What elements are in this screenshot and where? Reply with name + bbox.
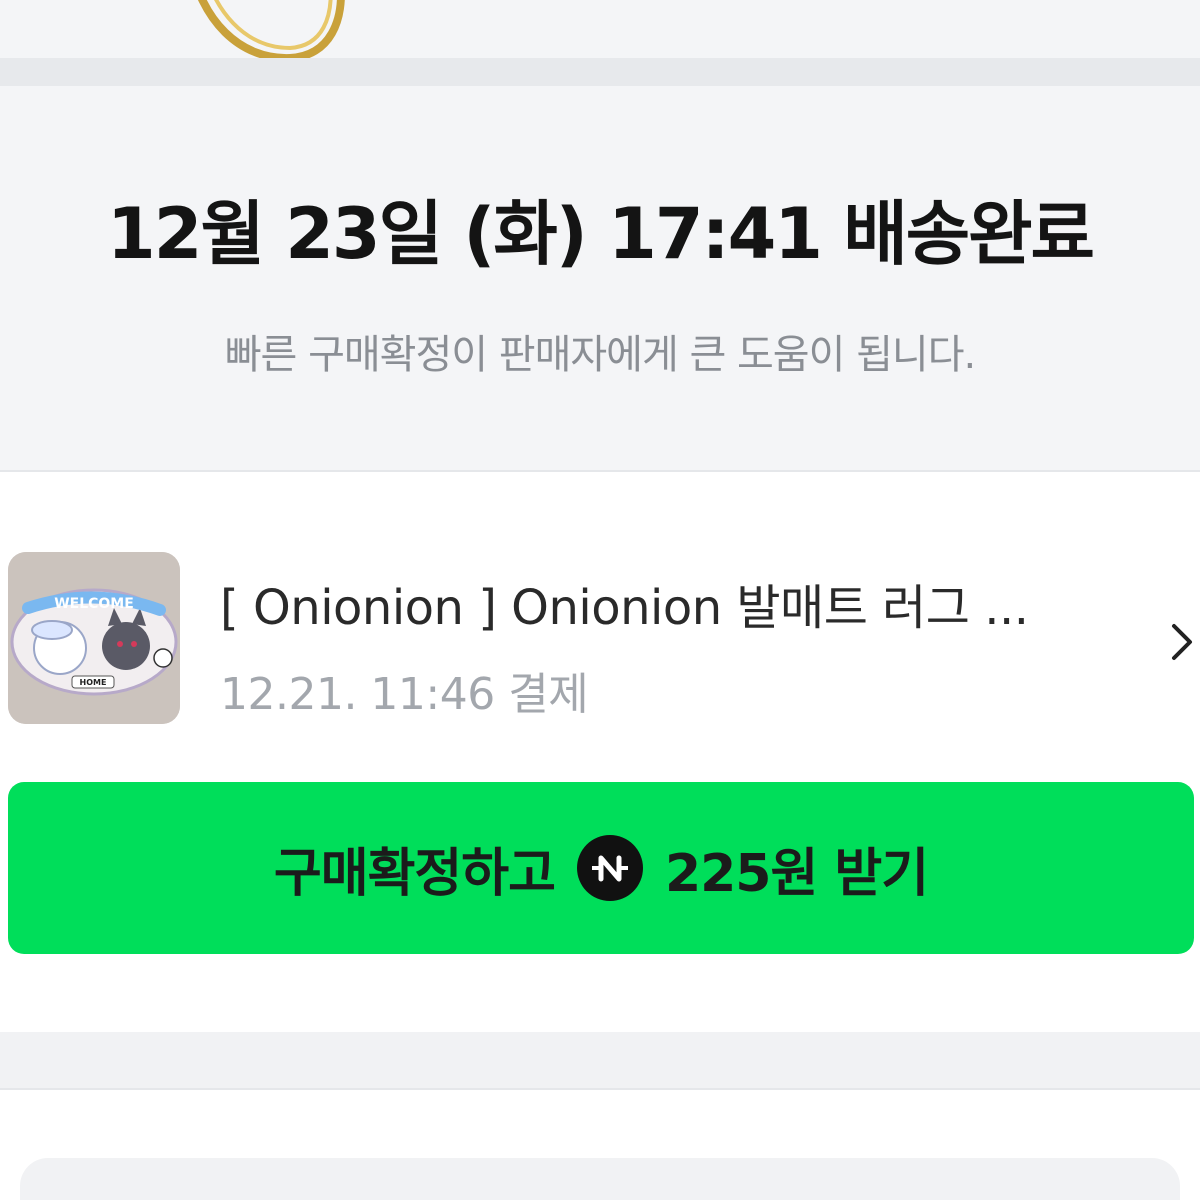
delivery-status-title: 12월 23일 (화) 17:41 배송완료 [107,193,1095,275]
chevron-right-icon[interactable] [1168,620,1196,664]
product-thumbnail[interactable]: WELCOME HOME [8,552,180,724]
confirm-label-suffix: 225원 받기 [664,843,929,904]
section-divider [0,1032,1200,1090]
sticker-text: WELCOME [54,596,134,612]
sticker-badge-text: HOME [80,678,107,687]
confirm-label-prefix: 구매확정하고 [273,843,556,904]
ring-image [197,0,345,58]
purchase-confirm-button[interactable]: 구매확정하고 225원 받기 [8,782,1194,954]
payment-datetime: 12.21. 11:46 결제 [220,669,589,720]
npay-point-icon [576,835,643,901]
section-divider [0,58,1200,86]
rug-sticker-image: WELCOME HOME [8,552,180,724]
product-image-strip [0,0,1200,58]
next-section-card [20,1158,1180,1200]
order-detail-screen: 12월 23일 (화) 17:41 배송완료 빠른 구매확정이 판매자에게 큰 … [0,0,1200,1200]
order-product-section: WELCOME HOME [ Onionion ] Onionion 발매트 러… [0,472,1200,1032]
delivery-status-subtitle: 빠른 구매확정이 판매자에게 큰 도움이 됩니다. [224,332,977,378]
delivery-status-section [0,86,1200,472]
product-name[interactable]: [ Onionion ] Onionion 발매트 러그 ... [220,568,1120,638]
